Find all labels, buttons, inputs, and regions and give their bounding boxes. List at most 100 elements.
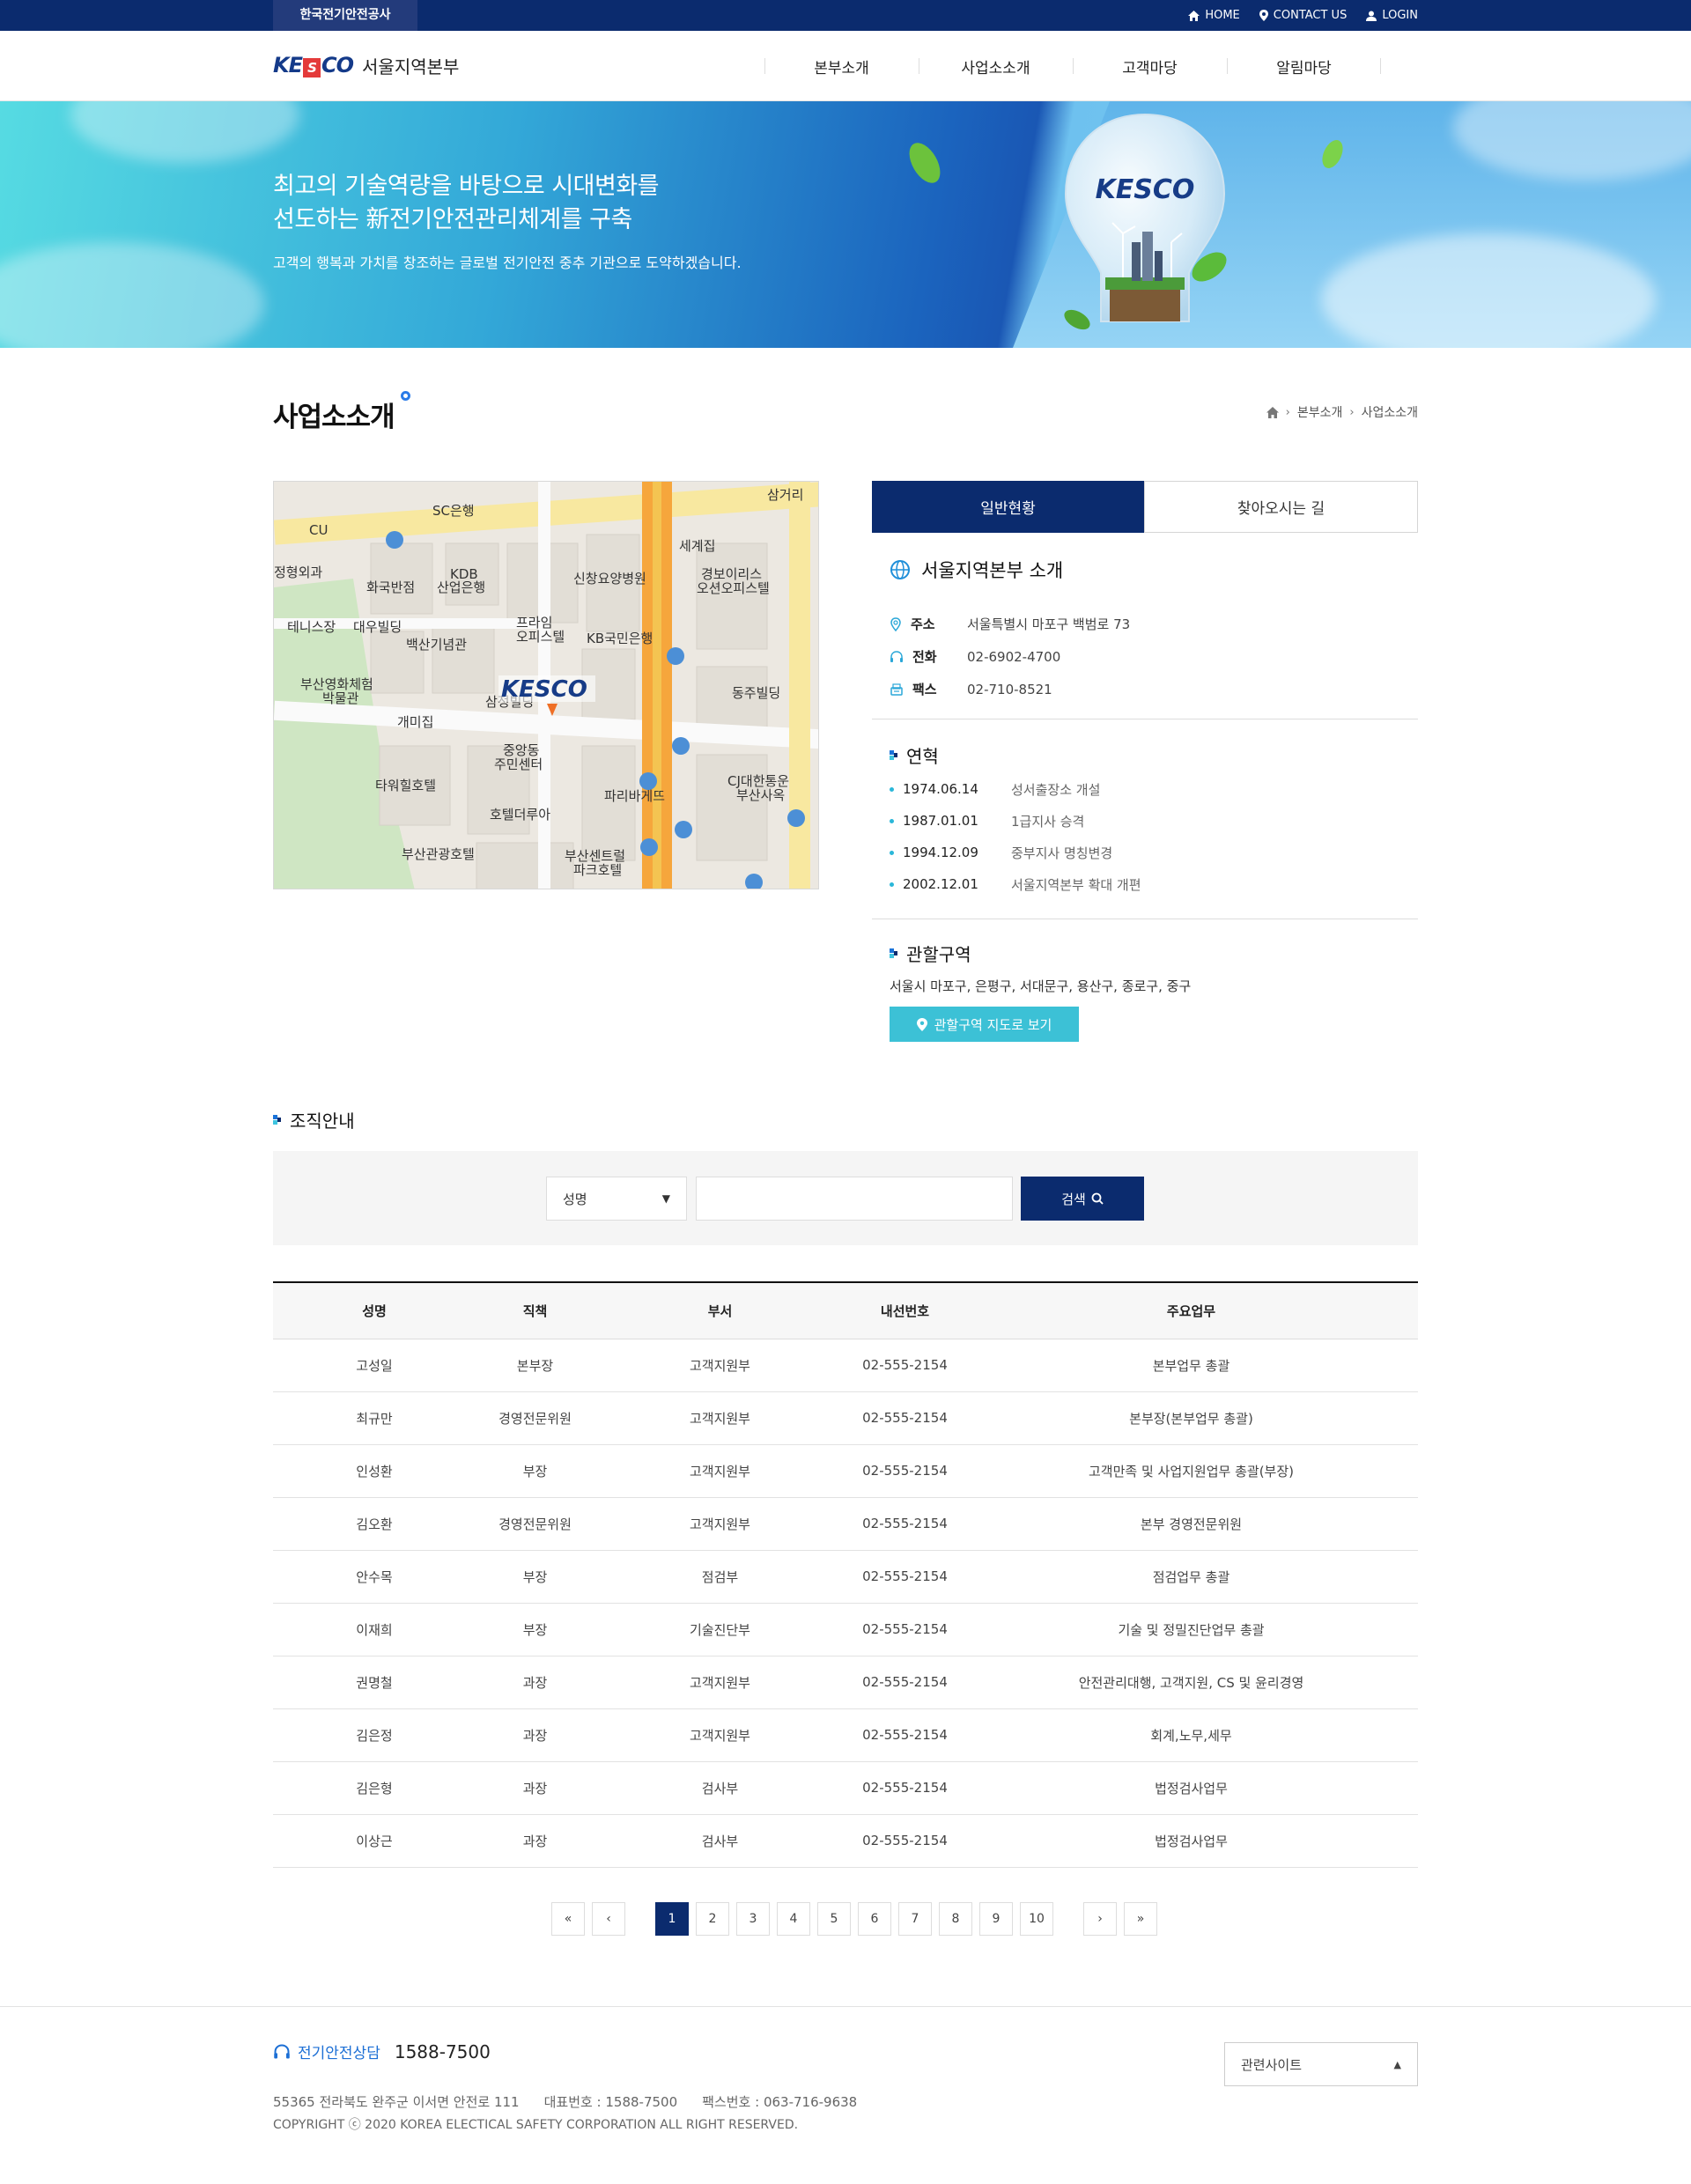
search-input[interactable] <box>696 1177 1013 1221</box>
nav-item-hq-intro[interactable]: 본부소개 <box>764 31 919 101</box>
table-cell: 검사부 <box>594 1761 846 1815</box>
org-table: 성명 직책 부서 내선번호 주요업무 고성일 본부장 고객지원부 02-555-215… <box>273 1281 1418 1868</box>
page-number-button[interactable]: 6 <box>858 1902 891 1936</box>
nav-item-office-intro[interactable]: 사업소소개 <box>919 31 1073 101</box>
table-cell: 점검업무 총괄 <box>964 1550 1418 1604</box>
map-label: 정형외과 <box>274 564 322 580</box>
org-search-box: 성명 ▼ 검색 <box>273 1151 1418 1245</box>
table-cell: 고객지원부 <box>594 1339 846 1392</box>
page-number-button[interactable]: 4 <box>777 1902 810 1936</box>
home-link[interactable]: HOME <box>1188 9 1240 22</box>
table-cell: 02-555-2154 <box>846 1708 964 1762</box>
table-cell: 고객지원부 <box>594 1656 846 1709</box>
map-label: 동주빌딩 <box>732 685 780 701</box>
site-logo[interactable]: KE S CO 서울지역본부 <box>273 52 459 78</box>
info-row-address: 주소 서울특별시 마포구 백범로 73 <box>890 608 1130 640</box>
search-field-select[interactable]: 성명 ▼ <box>546 1177 687 1221</box>
contact-link[interactable]: CONTACT US <box>1259 9 1348 22</box>
address-value: 서울특별시 마포구 백범로 73 <box>967 616 1131 632</box>
search-button[interactable]: 검색 <box>1021 1177 1144 1221</box>
page-number-button[interactable]: 7 <box>898 1902 932 1936</box>
page-number-button[interactable]: 9 <box>979 1902 1013 1936</box>
location-pin-icon <box>916 1017 927 1031</box>
hero-banner: 최고의 기술역량을 바탕으로 시대변화를 선도하는 新전기안전관리체계를 구축 고… <box>0 101 1691 348</box>
leaf-icon <box>1322 140 1343 168</box>
table-cell: 검사부 <box>594 1814 846 1868</box>
map-label: SC은행 <box>432 503 475 519</box>
next-page-button[interactable]: › <box>1083 1902 1117 1936</box>
table-cell: 부장 <box>476 1603 594 1656</box>
org-label[interactable]: 한국전기안전공사 <box>273 0 417 31</box>
bulb-logo: KESCO <box>1096 174 1195 205</box>
page-number-button[interactable]: 1 <box>655 1902 689 1936</box>
table-cell: 본부장(본부업무 총괄) <box>964 1391 1418 1445</box>
tab-directions[interactable]: 찾아오시는 길 <box>1144 481 1418 533</box>
login-link[interactable]: LOGIN <box>1366 9 1418 22</box>
first-page-button[interactable]: « <box>551 1902 585 1936</box>
pagination: « ‹ 1 2 3 4 5 6 7 8 9 10 › » <box>551 1902 1157 1936</box>
contact-label: CONTACT US <box>1273 9 1348 22</box>
table-cell: 02-555-2154 <box>846 1391 964 1445</box>
call-label: 전기안전상담 <box>298 2045 380 2062</box>
page-number-button[interactable]: 2 <box>696 1902 729 1936</box>
page-number-button[interactable]: 3 <box>736 1902 770 1936</box>
info-tabs: 일반현황 찾아오시는 길 <box>872 481 1418 533</box>
table-cell: 회계,노무,세무 <box>964 1708 1418 1762</box>
table-cell: 기술 및 정밀진단업무 총괄 <box>964 1603 1418 1656</box>
list-item: 1994.12.09 중부지사 명칭변경 <box>890 837 1141 868</box>
table-cell: 02-555-2154 <box>846 1603 964 1656</box>
page-number-button[interactable]: 10 <box>1020 1902 1053 1936</box>
map-label: 삼거리 <box>767 487 803 503</box>
table-cell: 본부업무 총괄 <box>964 1339 1418 1392</box>
triangle-up-icon: ▲ <box>1393 2058 1401 2070</box>
breadcrumb-item-current[interactable]: 사업소소개 <box>1362 403 1418 421</box>
col-name: 성명 <box>273 1282 476 1339</box>
nav-item-customer[interactable]: 고객마당 <box>1073 31 1227 101</box>
nav-item-notice[interactable]: 알림마당 <box>1227 31 1381 101</box>
home-label: HOME <box>1205 9 1240 22</box>
last-page-button[interactable]: » <box>1124 1902 1157 1936</box>
table-cell: 02-555-2154 <box>846 1814 964 1868</box>
call-number: 1588-7500 <box>394 2040 491 2062</box>
page-number-button[interactable]: 5 <box>817 1902 851 1936</box>
search-icon <box>1091 1192 1104 1205</box>
intro-title: 서울지역본부 소개 <box>890 557 1063 583</box>
region-text: 서울시 마포구, 은평구, 서대문구, 용산구, 종로구, 중구 <box>890 978 1192 994</box>
table-cell: 인성환 <box>273 1444 476 1498</box>
map-label: 부산사옥 <box>736 787 785 803</box>
table-cell: 권명철 <box>273 1656 476 1709</box>
leaf-icon <box>909 143 941 183</box>
footer-address: 55365 전라북도 완주군 이서면 안전로 111 대표번호 : 1588-7… <box>273 2094 858 2110</box>
map-label: 개미집 <box>397 714 433 730</box>
table-cell: 법정검사업무 <box>964 1761 1418 1815</box>
breadcrumb-item[interactable]: 본부소개 <box>1297 403 1343 421</box>
table-cell: 김은정 <box>273 1708 476 1762</box>
map-label: 백산기념관 <box>406 637 467 653</box>
home-icon[interactable] <box>1266 406 1279 418</box>
table-row: 이재희 부장 기술진단부 02-555-2154 기술 및 정밀진단업무 총괄 <box>273 1603 1418 1656</box>
main-nav: 본부소개 사업소소개 고객마당 알림마당 <box>764 31 1381 101</box>
login-label: LOGIN <box>1382 9 1418 22</box>
map-label: 타워힐호텔 <box>375 778 436 793</box>
related-sites-select[interactable]: 관련사이트 ▲ <box>1224 2042 1418 2086</box>
table-cell: 02-555-2154 <box>846 1339 964 1392</box>
page-number-button[interactable]: 8 <box>939 1902 972 1936</box>
table-cell: 02-555-2154 <box>846 1497 964 1551</box>
prev-page-button[interactable]: ‹ <box>592 1902 625 1936</box>
map-label: 파크호텔 <box>573 862 622 878</box>
phone-value: 02-6902-4700 <box>967 648 1061 665</box>
map-label: 대우빌딩 <box>353 619 402 635</box>
table-cell: 최규만 <box>273 1391 476 1445</box>
table-row: 고성일 본부장 고객지원부 02-555-2154 본부업무 총괄 <box>273 1339 1418 1392</box>
table-header-row: 성명 직책 부서 내선번호 주요업무 <box>273 1282 1418 1339</box>
map-logo: KESCO <box>501 676 587 703</box>
section-mark-icon <box>890 750 897 760</box>
table-cell: 안전관리대행, 고객지원, CS 및 윤리경영 <box>964 1656 1418 1709</box>
table-cell: 고객지원부 <box>594 1391 846 1445</box>
table-cell: 과장 <box>476 1656 594 1709</box>
region-map-button[interactable]: 관할구역 지도로 보기 <box>890 1007 1079 1042</box>
tab-general[interactable]: 일반현황 <box>872 481 1144 533</box>
user-icon <box>1366 11 1377 21</box>
location-map[interactable]: CU SC은행 KDB 산업은행 화국반점 대우빌딩 프라임 오피스텔 KB국민은행 신창요양병원… <box>273 481 819 889</box>
section-mark-icon <box>890 948 897 958</box>
